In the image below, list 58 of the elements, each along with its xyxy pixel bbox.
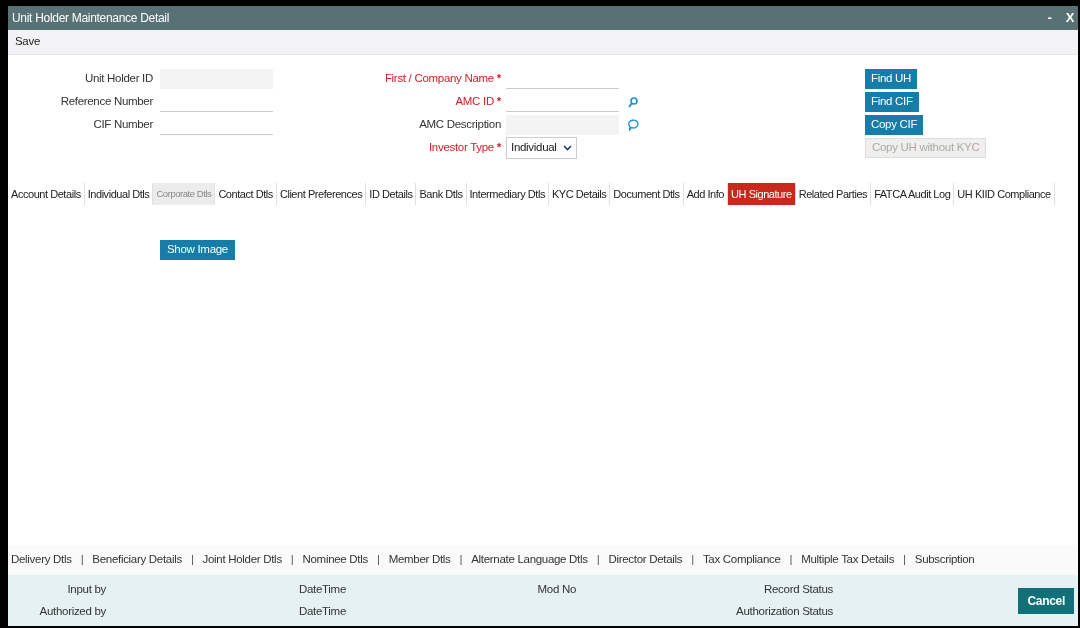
save-button[interactable]: Save [15,33,40,51]
separator: | [789,552,793,568]
link[interactable]: Nominee Dtls [302,551,368,569]
action-button[interactable]: Find UH [865,69,918,89]
link[interactable]: Tax Compliance [702,551,781,569]
link[interactable]: Member Dtls [388,551,451,569]
separator: | [290,552,294,568]
action-button[interactable]: Copy CIF [865,115,924,135]
audit-label: DateTime [297,581,346,597]
link[interactable]: Delivery Dtls [11,551,72,569]
tab[interactable]: FATCA Audit Log [871,183,955,205]
action-button[interactable]: Find CIF [865,92,919,112]
field-label: AMC Description [418,117,501,133]
separator: | [190,552,194,568]
field-label: First / Company Name * [383,71,501,87]
audit-label: Mod No [537,582,576,595]
separator: | [376,552,380,568]
audit-label: Input by [66,581,106,597]
separator: | [459,552,463,568]
link[interactable]: Beneficiary Details [92,551,182,569]
minimize-button[interactable]: - [1047,8,1052,28]
audit-label: Record Status [763,581,833,597]
tab[interactable]: Intermediary Dtls [466,183,549,205]
chevron-down-icon [562,145,572,151]
field-label: Unit Holder ID [83,71,153,87]
tab[interactable]: Document Dtls [610,183,684,205]
tab[interactable]: ID Details [366,183,417,205]
tab[interactable]: UH KIID Compliance [954,183,1055,205]
tab[interactable]: KYC Details [549,183,611,205]
tab[interactable]: UH Signature [728,183,796,205]
field-label: AMC ID * [454,94,501,110]
audit-label: Authorization Status [735,603,833,619]
speech-bubble-icon[interactable] [628,119,639,131]
audit-label: DateTime [297,603,346,619]
tab[interactable]: Account Details [8,183,85,205]
field-label: Investor Type * [427,140,501,156]
search-icon[interactable] [628,96,638,108]
link[interactable]: Director Details [608,551,683,569]
separator: | [691,552,694,568]
tab[interactable]: Client Preferences [276,183,367,205]
link[interactable]: Subscription [914,551,975,569]
separator: | [596,552,600,568]
show-image-button[interactable]: Show Image [160,240,235,260]
audit-label: Authorized by [38,603,106,619]
window-title: Unit Holder Maintenance Detail [12,10,170,27]
tab[interactable]: Contact Dtls [215,183,277,205]
link[interactable]: Multiple Tax Details [801,551,895,569]
separator: | [903,552,906,568]
link[interactable]: Joint Holder Dtls [202,551,282,569]
tab[interactable]: Bank Dtls [416,183,467,205]
link[interactable]: Alternate Language Dtls [471,551,588,569]
cancel-button[interactable]: Cancel [1018,587,1074,614]
separator: | [80,552,84,568]
tab[interactable]: Related Parties [795,183,872,205]
investor-type-select[interactable]: Individual [506,137,577,159]
close-button[interactable]: X [1065,8,1074,28]
field-label: Reference Number [59,94,153,110]
field-label: CIF Number [92,117,153,133]
